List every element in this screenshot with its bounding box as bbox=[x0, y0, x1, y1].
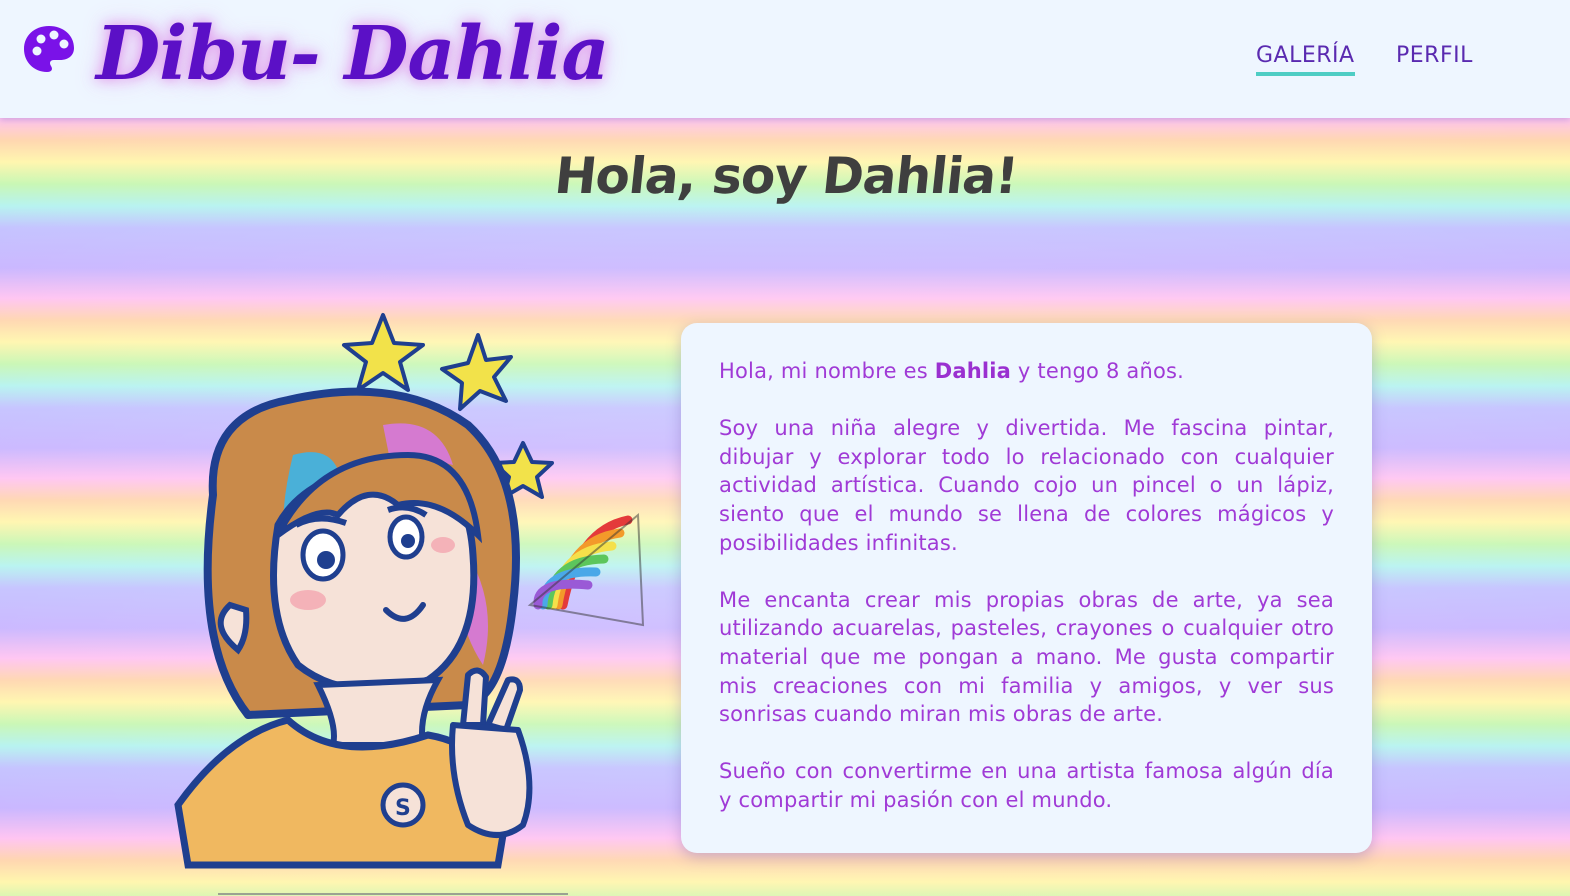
divider bbox=[218, 893, 568, 895]
svg-text:S: S bbox=[395, 796, 411, 821]
intro-text-before: Hola, mi nombre es bbox=[719, 359, 935, 383]
nav-galeria-link[interactable]: GALERÍA bbox=[1256, 42, 1355, 76]
intro-paragraph: Hola, mi nombre es Dahlia y tengo 8 años… bbox=[719, 357, 1334, 386]
about-card: Hola, mi nombre es Dahlia y tengo 8 años… bbox=[681, 323, 1372, 853]
intro-text-after: y tengo 8 años. bbox=[1011, 359, 1185, 383]
about-paragraph-1: Soy una niña alegre y divertida. Me fasc… bbox=[719, 416, 1334, 555]
about-paragraph-3: Sueño con convertirme en una artista fam… bbox=[719, 759, 1334, 812]
site-logo-title[interactable]: Dibu- Dahlia bbox=[96, 4, 609, 104]
page-title: Hola, soy Dahlia! bbox=[551, 147, 1021, 205]
site-header: Dibu- Dahlia GALERÍA PERFIL bbox=[0, 0, 1570, 118]
intro-name: Dahlia bbox=[934, 359, 1012, 383]
child-drawing-illustration: S bbox=[174, 313, 645, 869]
about-paragraph-2: Me encanta crear mis propias obras de ar… bbox=[719, 587, 1334, 727]
palette-icon[interactable] bbox=[22, 24, 76, 76]
nav-perfil-link[interactable]: PERFIL bbox=[1396, 42, 1473, 70]
about-text: Hola, mi nombre es Dahlia y tengo 8 años… bbox=[719, 357, 1334, 815]
